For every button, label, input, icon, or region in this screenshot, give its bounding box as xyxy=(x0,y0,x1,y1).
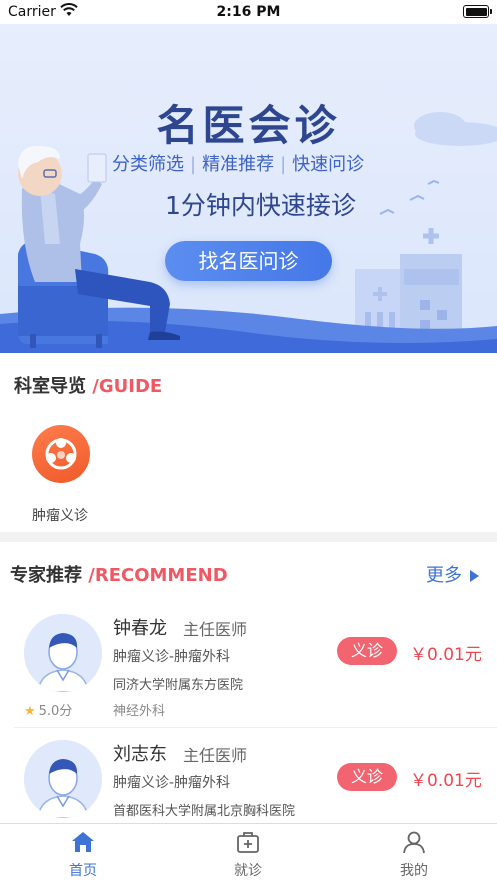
doctor-department: 肿瘤义诊-肿瘤外科 xyxy=(113,775,231,791)
banner-subtitle: 1分钟内快速接诊 xyxy=(165,191,356,220)
tab-profile[interactable]: 我的 xyxy=(364,830,464,880)
banner-tag: 分类筛选 xyxy=(112,154,184,175)
tab-profile-label: 我的 xyxy=(400,863,428,879)
doctor-rating: ★ 5.0分 xyxy=(24,700,72,719)
guide-section-title: 科室导览 /GUIDE xyxy=(14,372,162,398)
doctor-sub-department: 神经外科 xyxy=(113,704,166,719)
more-link[interactable]: 更多 xyxy=(426,561,479,587)
oncology-icon xyxy=(32,425,90,483)
consult-price: ￥0.01元 xyxy=(410,771,482,791)
doctor-title: 主任医师 xyxy=(183,620,248,639)
doctor-hospital: 首都医科大学附属北京胸科医院 xyxy=(113,804,296,819)
doctor-name: 刘志东 xyxy=(113,744,167,765)
banner-tags: 分类筛选 | 精准推荐 | 快速问诊 xyxy=(112,154,365,175)
recommend-title-en: /RECOMMEND xyxy=(88,565,228,586)
free-clinic-badge: 义诊 xyxy=(337,637,397,665)
guide-title-en: /GUIDE xyxy=(92,376,163,397)
doctor-title: 主任医师 xyxy=(183,746,248,765)
medical-kit-icon xyxy=(237,832,259,853)
tab-bar: 首页 就诊 我的 xyxy=(0,823,497,883)
guide-item-label: 肿瘤义诊 xyxy=(32,508,88,524)
home-icon xyxy=(72,832,94,852)
doctor-name: 钟春龙 xyxy=(113,618,167,639)
doctor-hospital: 同济大学附属东方医院 xyxy=(113,678,244,693)
banner-tag: 快速问诊 xyxy=(292,154,365,175)
battery-icon xyxy=(463,5,492,18)
doctor-avatar xyxy=(24,740,102,818)
find-doctor-button[interactable]: 找名医问诊 xyxy=(165,241,332,281)
guide-title-cn: 科室导览 xyxy=(14,376,86,397)
star-icon: ★ xyxy=(24,704,36,719)
doctor-avatar xyxy=(24,614,102,692)
doctor-card[interactable]: 钟春龙 主任医师 肿瘤义诊-肿瘤外科 同济大学附属东方医院 神经外科 ★ 5.0分… xyxy=(0,598,497,719)
tab-home[interactable]: 首页 xyxy=(33,830,133,880)
recommend-section-title: 专家推荐 /RECOMMEND xyxy=(10,561,228,587)
recommend-title-cn: 专家推荐 xyxy=(10,565,82,586)
consult-price: ￥0.01元 xyxy=(410,645,482,665)
tab-visit-label: 就诊 xyxy=(234,863,262,879)
banner-tag: 精准推荐 xyxy=(202,154,275,175)
user-icon xyxy=(403,831,425,854)
doctor-department: 肿瘤义诊-肿瘤外科 xyxy=(113,649,231,665)
banner-title: 名医会诊 xyxy=(156,101,341,150)
guide-item-oncology[interactable] xyxy=(31,425,91,483)
status-bar: Carrier 2:16 PM xyxy=(0,0,497,24)
more-label: 更多 xyxy=(426,565,462,586)
tab-home-label: 首页 xyxy=(69,863,97,879)
clock: 2:16 PM xyxy=(216,4,281,20)
arrow-right-icon xyxy=(470,570,479,582)
rating-value: 5.0分 xyxy=(38,704,73,719)
banner-illustration xyxy=(0,112,497,353)
section-divider xyxy=(0,532,497,542)
free-clinic-badge: 义诊 xyxy=(337,763,397,791)
hero-banner[interactable]: 名医会诊 分类筛选 | 精准推荐 | 快速问诊 1分钟内快速接诊 找名医问诊 xyxy=(0,14,497,353)
tab-visit[interactable]: 就诊 xyxy=(198,830,298,880)
